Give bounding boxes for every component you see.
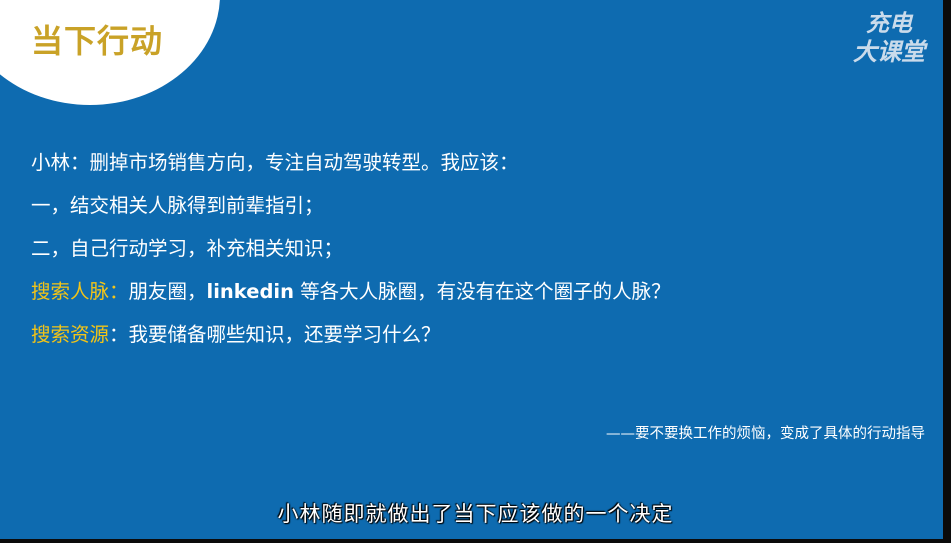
slide-footnote: ——要不要换工作的烦恼，变成了具体的行动指导 — [606, 426, 925, 442]
slide: 当下行动 充电 大课堂 小林：删掉市场销售方向，专注自动驾驶转型。我应该： 一，… — [0, 0, 951, 543]
right-border — [943, 0, 951, 543]
logo-line-2: 大课堂 — [853, 38, 925, 66]
bottom-border — [0, 539, 951, 543]
logo-line-1: 充电 — [866, 11, 912, 37]
slide-title: 当下行动 — [31, 22, 164, 60]
content-line-4: 搜索人脉：朋友圈，linkedin 等各大人脉圈，有没有在这个圈子的人脉？ — [31, 274, 911, 317]
search-contacts-label: 搜索人脉： — [31, 280, 129, 303]
video-subtitle: 小林随即就做出了当下应该做的一个决定 — [277, 502, 674, 526]
content-line-5-text: ：我要储备哪些知识，还要学习什么？ — [109, 323, 441, 346]
content-line-4-text-b: 等各大人脉圈，有没有在这个圈子的人脉？ — [293, 280, 671, 303]
content-line-2: 一，结交相关人脉得到前辈指引； — [31, 194, 324, 217]
content-line-1: 小林：删掉市场销售方向，专注自动驾驶转型。我应该： — [31, 151, 519, 174]
slide-content: 小林：删掉市场销售方向，专注自动驾驶转型。我应该： 一，结交相关人脉得到前辈指引… — [31, 145, 911, 360]
content-line-5: 搜索资源：我要储备哪些知识，还要学习什么？ — [31, 317, 911, 360]
channel-logo: 充电 大课堂 — [843, 10, 935, 66]
linkedin-keyword: linkedin — [206, 280, 294, 303]
search-resources-label: 搜索资源 — [31, 323, 110, 346]
content-line-4-text-a: 朋友圈， — [128, 280, 207, 303]
content-line-3: 二，自己行动学习，补充相关知识； — [31, 237, 344, 260]
